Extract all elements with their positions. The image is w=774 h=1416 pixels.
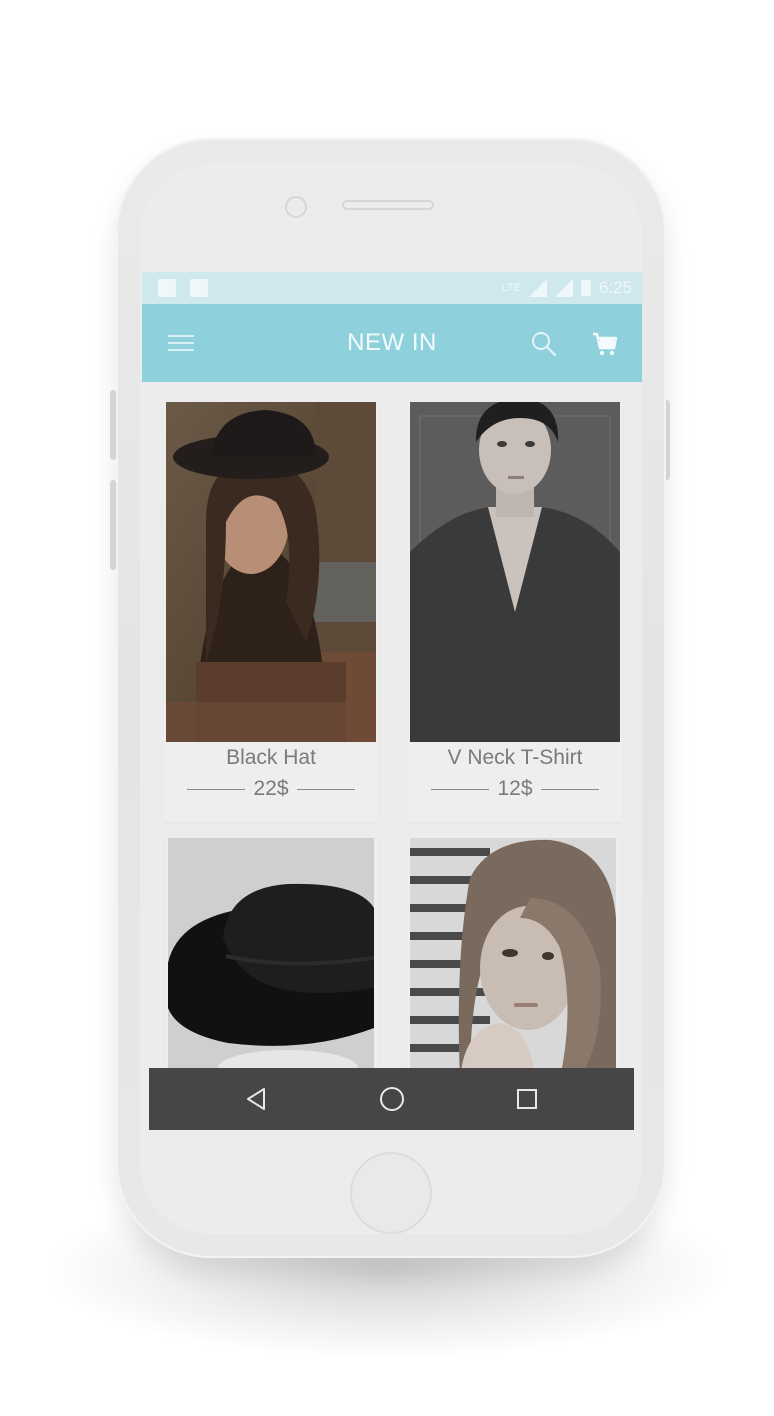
product-card[interactable]: Black Hat 22$ <box>164 402 378 822</box>
battery-icon <box>580 280 591 296</box>
cart-icon[interactable] <box>591 328 619 358</box>
image-notification-icon <box>190 279 208 297</box>
cell-signal-icon <box>554 279 573 297</box>
product-name: V Neck T-Shirt <box>447 746 583 769</box>
woman-in-black-hat-photo[interactable] <box>166 402 376 742</box>
lte-signal-icon <box>528 279 547 297</box>
system-nav-bar <box>149 1068 634 1130</box>
notification-icon <box>158 279 176 297</box>
status-bar: LTE 6:25 <box>142 272 642 304</box>
hamburger-menu-icon[interactable] <box>168 335 194 351</box>
price-divider <box>296 788 355 790</box>
app-bar: NEW IN <box>142 304 642 382</box>
product-name: Black Hat <box>226 746 316 769</box>
recents-square-icon[interactable] <box>512 1084 542 1114</box>
page-title: NEW IN <box>347 329 437 356</box>
price-divider <box>187 788 246 790</box>
status-time: 6:25 <box>598 278 632 297</box>
search-icon[interactable] <box>530 330 558 358</box>
product-price-row: 12$ <box>408 776 622 802</box>
product-price-row: 22$ <box>164 776 378 802</box>
product-grid: Black Hat 22$ V Neck T-Shirt 12$ <box>142 382 642 1130</box>
front-camera <box>285 196 307 218</box>
phone-screen: LTE 6:25 NEW IN Black Hat 22$ V Neck T-S… <box>142 272 642 1130</box>
woman-portrait-photo[interactable] <box>410 838 616 1078</box>
product-card[interactable]: V Neck T-Shirt 12$ <box>408 402 622 822</box>
price-divider <box>431 788 490 790</box>
phone-home-button[interactable] <box>350 1152 432 1234</box>
back-triangle-icon[interactable] <box>242 1084 272 1114</box>
black-wide-brim-hat-photo[interactable] <box>168 838 374 1078</box>
network-type: LTE <box>501 282 521 294</box>
earpiece-speaker <box>342 200 434 210</box>
home-circle-icon[interactable] <box>377 1084 407 1114</box>
product-price: 12$ <box>497 777 533 800</box>
status-indicators: LTE 6:25 <box>502 278 632 298</box>
man-in-v-neck-shirt-photo[interactable] <box>410 402 620 742</box>
price-divider <box>540 788 599 790</box>
product-price: 22$ <box>253 777 289 800</box>
